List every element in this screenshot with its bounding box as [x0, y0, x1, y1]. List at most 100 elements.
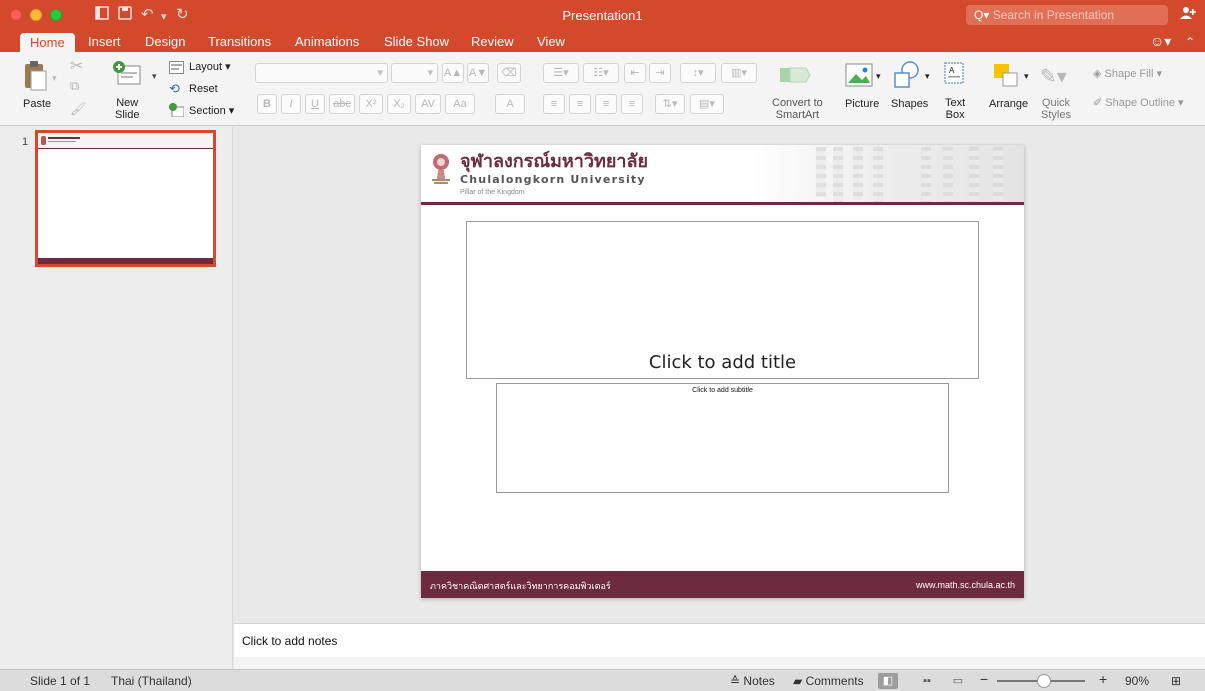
- bold-button[interactable]: B: [257, 94, 277, 114]
- paste-icon[interactable]: [22, 60, 48, 95]
- increase-indent-icon[interactable]: ⇥: [649, 63, 671, 83]
- section-icon[interactable]: [169, 103, 185, 120]
- shape-outline-button[interactable]: ✐ Shape Outline ▾: [1093, 96, 1184, 110]
- shape-fill-button[interactable]: ◈ Shape Fill ▾: [1093, 67, 1162, 81]
- section-label: Section: [189, 105, 226, 117]
- tab-review[interactable]: Review: [471, 33, 514, 50]
- change-case-button[interactable]: Aa: [445, 94, 475, 114]
- slide-thumbnail[interactable]: [35, 130, 216, 267]
- comments-toggle-button[interactable]: ▰ Comments: [793, 674, 864, 688]
- shapes-dropdown-icon[interactable]: ▾: [925, 71, 930, 82]
- section-button[interactable]: Section ▾: [189, 104, 234, 118]
- slide-canvas[interactable]: จุฬาลงกรณ์มหาวิทยาลัย Chulalongkorn Univ…: [421, 145, 1024, 598]
- subtitle-placeholder[interactable]: Click to add subtitle: [496, 383, 949, 493]
- font-size-dropdown[interactable]: ▾: [391, 63, 438, 83]
- strikethrough-button[interactable]: abc: [329, 94, 355, 114]
- picture-dropdown-icon[interactable]: ▾: [876, 71, 881, 82]
- line-spacing-icon[interactable]: ↕▾: [680, 63, 716, 83]
- tab-transitions[interactable]: Transitions: [208, 33, 271, 50]
- share-user-icon[interactable]: [1180, 6, 1196, 23]
- notes-toggle-label: Notes: [743, 674, 775, 688]
- text-box-label: Text Box: [945, 97, 966, 121]
- zoom-in-icon[interactable]: +: [1099, 672, 1107, 686]
- convert-smartart-label: Convert to SmartArt: [772, 97, 823, 121]
- tab-home[interactable]: Home: [20, 33, 75, 52]
- grow-font-button[interactable]: A▲: [442, 63, 464, 83]
- tab-design[interactable]: Design: [145, 33, 185, 50]
- layout-icon[interactable]: [169, 61, 184, 77]
- university-thai-name: จุฬาลงกรณ์มหาวิทยาลัย: [460, 151, 649, 172]
- text-direction-icon[interactable]: ⇅▾: [655, 94, 685, 114]
- superscript-button[interactable]: X²: [359, 94, 383, 114]
- bullets-icon[interactable]: ☰▾: [543, 63, 579, 83]
- title-placeholder-text: Click to add title: [648, 352, 797, 373]
- reset-button[interactable]: Reset: [189, 82, 218, 96]
- align-left-icon[interactable]: ≡: [543, 94, 565, 114]
- fit-to-window-icon[interactable]: ⊞: [1171, 674, 1181, 688]
- paste-dropdown-icon[interactable]: ▾: [52, 73, 57, 84]
- zoom-slider-handle[interactable]: [1036, 674, 1051, 688]
- zoom-level[interactable]: 90%: [1125, 674, 1149, 688]
- arrange-dropdown-icon[interactable]: ▾: [1024, 71, 1029, 82]
- collapse-ribbon-icon[interactable]: ⌃: [1185, 35, 1195, 49]
- numbering-icon[interactable]: ☷▾: [583, 63, 619, 83]
- quick-styles-label: Quick Styles: [1041, 97, 1071, 121]
- footer-website: www.math.sc.chula.ac.th: [915, 580, 1015, 590]
- notes-pane[interactable]: Click to add notes: [234, 623, 1205, 657]
- shrink-font-button[interactable]: A▼: [467, 63, 489, 83]
- columns-icon[interactable]: ▥▾: [721, 63, 757, 83]
- notes-toggle-button[interactable]: ≙ Notes: [730, 674, 775, 688]
- slide-sorter-icon[interactable]: ▪▪: [917, 673, 937, 689]
- convert-smartart-icon[interactable]: [780, 64, 814, 89]
- tab-slide-show[interactable]: Slide Show: [384, 33, 449, 50]
- tab-view[interactable]: View: [537, 33, 565, 50]
- underline-button[interactable]: U: [305, 94, 325, 114]
- feedback-smiley-icon[interactable]: ☺▾: [1150, 33, 1171, 50]
- decrease-indent-icon[interactable]: ⇤: [624, 63, 646, 83]
- layout-button[interactable]: Layout ▾: [189, 60, 231, 74]
- italic-button[interactable]: I: [281, 94, 301, 114]
- new-slide-label: New Slide: [115, 97, 140, 121]
- clear-formatting-icon[interactable]: ⌫: [497, 63, 521, 83]
- building-decoration: [993, 147, 1003, 203]
- reading-view-icon[interactable]: ▭: [948, 673, 968, 689]
- slide-footer: ภาควิชาคณิตศาสตร์และวิทยาการคอมพิวเตอร์ …: [421, 571, 1024, 598]
- tab-insert[interactable]: Insert: [88, 33, 121, 50]
- arrange-icon[interactable]: [993, 63, 1021, 92]
- copy-icon[interactable]: ⧉: [70, 78, 79, 94]
- thumbnail-title-line: [48, 137, 80, 139]
- slide-number: 1: [22, 136, 29, 148]
- font-name-dropdown[interactable]: ▾: [255, 63, 388, 83]
- quick-styles-icon[interactable]: ✎▾: [1040, 64, 1067, 89]
- arrange-label: Arrange: [989, 98, 1029, 110]
- justify-icon[interactable]: ≡: [621, 94, 643, 114]
- search-input[interactable]: Q▾ Search in Presentation: [966, 5, 1168, 25]
- normal-view-icon[interactable]: ◧: [878, 673, 898, 689]
- subscript-button[interactable]: X₂: [387, 94, 411, 114]
- tab-animations[interactable]: Animations: [295, 33, 359, 50]
- align-text-icon[interactable]: ▤▾: [690, 94, 724, 114]
- shapes-icon[interactable]: [893, 61, 923, 92]
- new-slide-dropdown-icon[interactable]: ▾: [152, 71, 157, 82]
- picture-icon[interactable]: [845, 63, 873, 90]
- zoom-out-icon[interactable]: −: [980, 672, 988, 686]
- language-indicator[interactable]: Thai (Thailand): [111, 674, 192, 688]
- title-bar: ↶ ▾ ↻ Presentation1 Q▾ Search in Present…: [0, 0, 1205, 30]
- align-center-icon[interactable]: ≡: [569, 94, 591, 114]
- title-placeholder[interactable]: Click to add title: [466, 221, 979, 379]
- cut-icon[interactable]: ✂: [70, 56, 83, 76]
- header-divider: [421, 202, 1024, 205]
- new-slide-icon[interactable]: [112, 60, 142, 89]
- align-right-icon[interactable]: ≡: [595, 94, 617, 114]
- character-spacing-button[interactable]: AV: [415, 94, 441, 114]
- font-color-button[interactable]: A: [495, 94, 525, 114]
- text-box-icon[interactable]: A: [943, 61, 965, 88]
- university-motto: Pillar of the Kingdom: [460, 189, 525, 196]
- thumbnail-logo-icon: [41, 136, 46, 145]
- format-painter-icon[interactable]: 🖌: [70, 101, 87, 117]
- paint-bucket-icon: ◈: [1093, 68, 1102, 80]
- reset-icon[interactable]: ⟲: [169, 81, 180, 97]
- subtitle-placeholder-text: Click to add subtitle: [692, 387, 753, 394]
- slide-header: จุฬาลงกรณ์มหาวิทยาลัย Chulalongkorn Univ…: [421, 145, 1024, 204]
- building-decoration: [833, 147, 843, 202]
